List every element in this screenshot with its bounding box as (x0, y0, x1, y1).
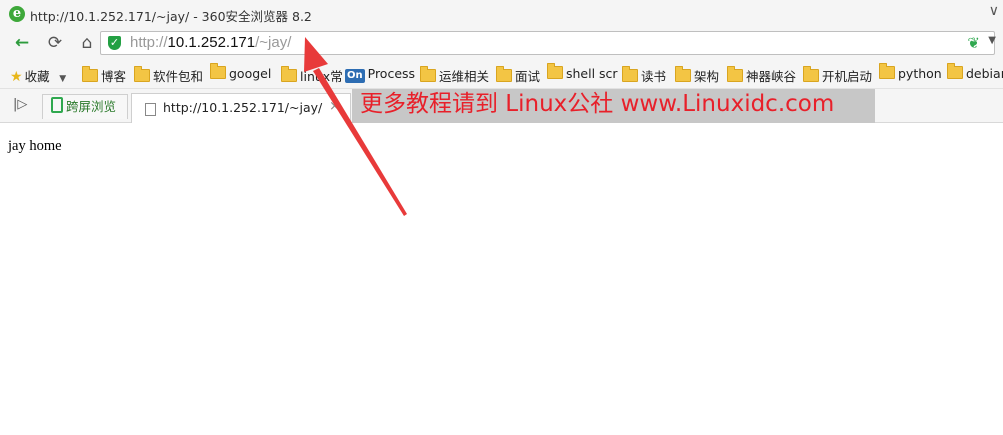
bookmark-item[interactable]: 开机启动 (803, 66, 872, 85)
leaf-icon[interactable]: ❦ (967, 34, 980, 52)
bookmark-item[interactable]: 架构 (675, 66, 719, 85)
folder-icon (547, 63, 563, 79)
tab-cross-screen-browse[interactable]: 跨屏浏览 (42, 94, 128, 119)
bookmark-item[interactable]: python (879, 63, 942, 81)
url-scheme: http:// (130, 34, 168, 51)
folder-icon (803, 66, 819, 82)
on-icon: On (345, 69, 365, 83)
bookmark-item[interactable]: 运维相关 (420, 66, 489, 85)
folder-icon (281, 66, 297, 82)
tab-active[interactable]: http://10.1.252.171/~jay/ × (131, 93, 351, 123)
folder-icon (210, 63, 226, 79)
browser-logo-icon: e (9, 6, 25, 22)
watermark-banner: 更多教程请到 Linux公社 www.Linuxidc.com (352, 89, 875, 123)
page-body-text: jay home (8, 138, 62, 154)
bookmark-item[interactable]: linux常 (281, 66, 343, 85)
window-title: http://10.1.252.171/~jay/ - 360安全浏览器 8.2 (30, 9, 312, 24)
folder-icon (727, 66, 743, 82)
folder-icon (947, 63, 963, 79)
bookmark-item[interactable]: On Process (345, 66, 415, 83)
bookmark-item[interactable]: 神器峡谷 (727, 66, 796, 85)
bookmark-item[interactable]: 读书 (622, 66, 666, 85)
url-host: 10.1.252.171 (167, 34, 256, 51)
page-icon (145, 103, 156, 116)
bookmark-item[interactable]: googel (210, 63, 271, 81)
folder-icon (622, 66, 638, 82)
folder-icon (879, 63, 895, 79)
folder-icon (82, 66, 98, 82)
window-menu-chevron-icon[interactable]: ∨ (989, 3, 999, 19)
folder-icon (496, 66, 512, 82)
bookmark-item[interactable]: 软件包和 (134, 66, 203, 85)
folder-icon (420, 66, 436, 82)
tab-label: 跨屏浏览 (66, 99, 117, 114)
navigation-bar: ← ⟳ ⌂ ✓ http://10.1.252.171/~jay/ ❦ ▼ (0, 28, 1003, 60)
bookmark-item[interactable]: 博客 (82, 66, 126, 85)
home-button[interactable]: ⌂ (75, 31, 99, 55)
star-icon: ★ (10, 69, 23, 85)
url-text[interactable]: http://10.1.252.171/~jay/ (130, 33, 291, 53)
address-dropdown-icon[interactable]: ▼ (988, 35, 996, 46)
bookmark-item[interactable]: 面试 (496, 66, 540, 85)
title-bar: e http://10.1.252.171/~jay/ - 360安全浏览器 8… (0, 0, 1003, 28)
phone-icon (51, 97, 63, 113)
refresh-button[interactable]: ⟳ (43, 31, 67, 55)
security-shield-icon[interactable]: ✓ (108, 36, 121, 50)
folder-icon (675, 66, 691, 82)
favorites-dropdown-icon[interactable]: ▼ (54, 74, 66, 84)
bookmark-favorites[interactable]: ★ 收藏 ▼ (10, 66, 66, 85)
bookmark-item[interactable]: debian (947, 63, 1003, 81)
tab-title: http://10.1.252.171/~jay/ (163, 100, 323, 115)
bookmark-item[interactable]: shell scr (547, 63, 618, 81)
tab-close-icon[interactable]: × (329, 99, 340, 114)
sidebar-toggle-icon[interactable]: |▷ (13, 97, 27, 112)
back-button[interactable]: ← (10, 31, 34, 55)
bookmarks-bar: ★ 收藏 ▼ 博客 软件包和 googel linux常 On Process 运维… (0, 60, 1003, 89)
address-bar[interactable]: ✓ http://10.1.252.171/~jay/ ❦ ▼ (100, 31, 996, 55)
folder-icon (134, 66, 150, 82)
url-path: /~jay/ (255, 34, 292, 51)
